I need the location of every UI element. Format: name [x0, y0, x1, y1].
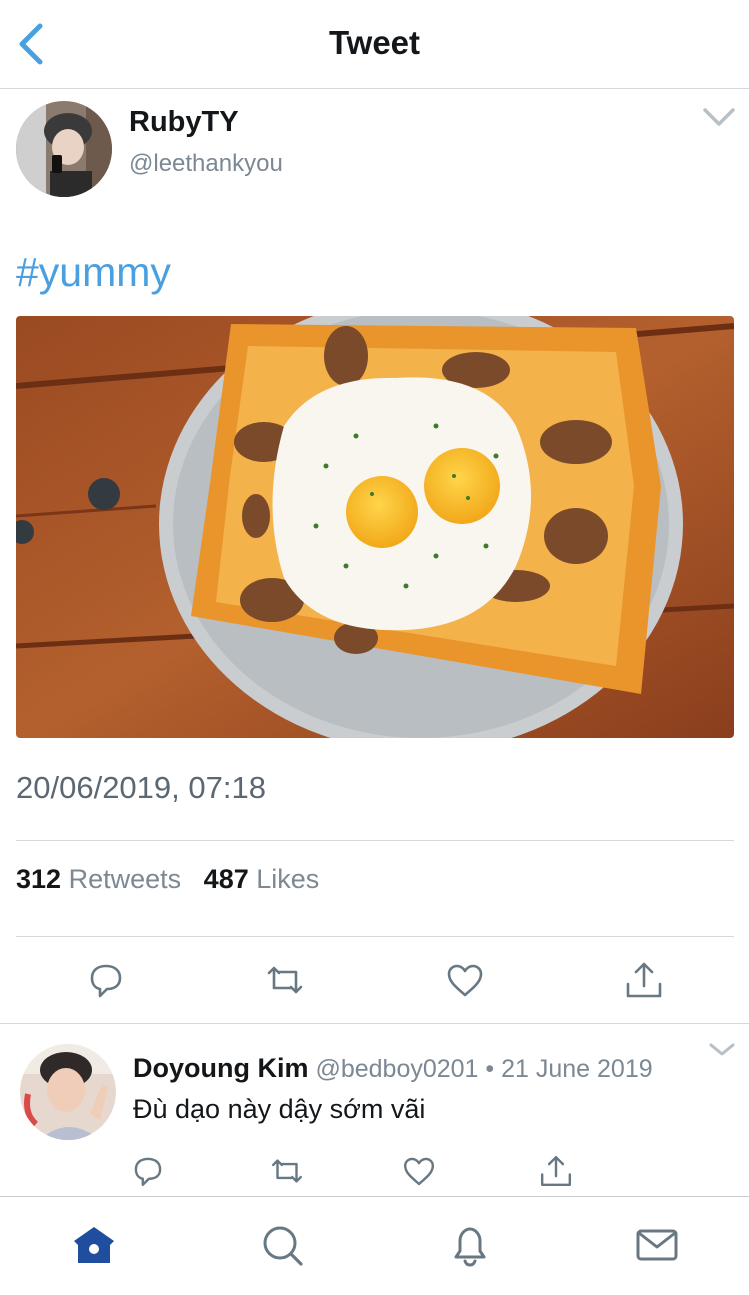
heart-icon: [447, 964, 483, 997]
divider: [16, 840, 734, 841]
reply-reply-button[interactable]: [129, 1152, 167, 1190]
tweet-options-caret[interactable]: [700, 102, 738, 132]
retweets-count: 312: [16, 864, 62, 894]
reply-date: • 21 June 2019: [485, 1055, 653, 1083]
reply-icon: [134, 1157, 162, 1187]
tweet-hashtag[interactable]: #yummy: [16, 249, 171, 296]
author-display-name[interactable]: RubyTY: [129, 106, 239, 139]
chevron-down-icon: [703, 108, 735, 126]
reply-author-avatar[interactable]: [20, 1044, 116, 1140]
like-button[interactable]: [443, 958, 487, 1002]
reply-like-button[interactable]: [400, 1152, 438, 1190]
reply-handle[interactable]: @bedboy0201: [315, 1055, 478, 1083]
nav-header: Tweet: [0, 0, 749, 89]
tab-messages[interactable]: [633, 1221, 681, 1269]
reply-icon: [90, 964, 122, 998]
food-photo-image: [16, 316, 734, 738]
heart-icon: [403, 1157, 435, 1186]
tab-home[interactable]: [70, 1221, 118, 1269]
share-icon: [626, 962, 662, 998]
retweet-icon: [271, 1159, 303, 1183]
tweet-photo[interactable]: [16, 316, 734, 738]
retweet-icon: [267, 966, 303, 994]
reply-button[interactable]: [84, 958, 128, 1002]
likes-label: Likes: [256, 864, 320, 894]
divider: [16, 936, 734, 937]
bottom-tab-bar: [0, 1196, 749, 1295]
reply-options-caret[interactable]: [708, 1040, 736, 1060]
home-icon: [74, 1227, 114, 1263]
tab-search[interactable]: [258, 1221, 306, 1269]
retweets-stat[interactable]: 312 Retweets: [16, 864, 189, 894]
search-icon: [263, 1226, 303, 1266]
tab-notifications[interactable]: [446, 1221, 494, 1269]
share-icon: [540, 1155, 572, 1187]
page-title: Tweet: [328, 24, 421, 61]
author-avatar[interactable]: [16, 101, 112, 197]
reply-text: Đù dạo này dậy sớm vãi: [133, 1094, 426, 1124]
reply-display-name[interactable]: Doyoung Kim: [133, 1053, 309, 1083]
author-handle[interactable]: @leethankyou: [129, 150, 283, 178]
share-button[interactable]: [622, 958, 666, 1002]
reply-header: Doyoung Kim @bedboy0201 • 21 June 2019: [133, 1053, 653, 1084]
engagement-stats: 312 Retweets 487 Likes: [16, 864, 319, 895]
retweets-label: Retweets: [68, 864, 182, 894]
reply-share-button[interactable]: [537, 1152, 575, 1190]
retweet-button[interactable]: [263, 958, 307, 1002]
likes-stat[interactable]: 487 Likes: [204, 864, 320, 894]
section-divider: [0, 1023, 749, 1024]
tweet-timestamp: 20/06/2019, 07:18: [16, 770, 266, 805]
chevron-down-icon: [709, 1043, 735, 1056]
likes-count: 487: [203, 864, 249, 894]
envelope-icon: [636, 1229, 678, 1261]
bell-icon: [454, 1227, 486, 1267]
reply-retweet-button[interactable]: [268, 1152, 306, 1190]
